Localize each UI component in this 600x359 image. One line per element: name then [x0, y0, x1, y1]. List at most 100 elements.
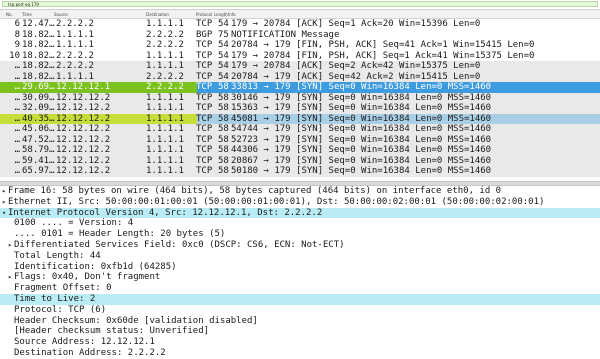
detail-field-text: Flags: 0x40, Don't fragment: [14, 272, 161, 283]
packet-time: 47.52…: [22, 134, 55, 145]
packet-time: 32.09…: [22, 103, 55, 113]
detail-tree-item[interactable]: Time to Live: 2: [0, 293, 600, 305]
packet-length: 54: [218, 50, 229, 61]
packet-info: 33813 → 179 [SYN] Seq=0 Win=16384 Len=0 …: [231, 82, 492, 92]
detail-field-text: Header Checksum: 0x60de [validation disa…: [14, 315, 258, 326]
packet-source: 2.2.2.2: [56, 50, 94, 61]
packet-row[interactable]: … 18.82… 2.2.2.2 1.1.1.1 TCP 54 179 → 20784 [A…: [0, 61, 600, 72]
packet-no: 9: [14, 40, 20, 50]
detail-tree-item[interactable]: Source Address: 12.12.12.1: [0, 337, 600, 348]
detail-tree-item[interactable]: Total Length: 44: [0, 251, 600, 262]
detail-tree-item[interactable]: ▸ Ethernet II, Src: 50:00:00:01:00:01 (50…: [0, 197, 600, 208]
packet-protocol: TCP: [196, 19, 213, 29]
packet-time: 18.82…: [22, 29, 55, 40]
packet-source: 12.12.12.2: [56, 145, 111, 155]
detail-field-text: [Header checksum status: Unverified]: [14, 326, 210, 337]
detail-field-text: Total Length: 44: [14, 250, 101, 261]
packet-info: 15363 → 179 [SYN] Seq=0 Win=16384 Len=0 …: [231, 103, 492, 113]
packet-destination: 2.2.2.2: [146, 40, 184, 50]
packet-row[interactable]: … 59.41… 12.12.12.2 1.1.1.1 TCP 58 20867 → 179…: [0, 155, 600, 166]
detail-tree-item[interactable]: ▾ Internet Protocol Version 4, Src: 12.12…: [0, 207, 600, 219]
detail-tree-item[interactable]: 0100 .... = Version: 4: [0, 218, 600, 229]
packet-no: …: [14, 103, 20, 113]
packet-no: …: [14, 113, 20, 124]
display-filter-input[interactable]: tcp.port eq 179: [2, 1, 598, 7]
detail-field-text: .... 0101 = Header Length: 20 bytes (5): [14, 229, 226, 240]
detail-tree-item[interactable]: Header Checksum: 0x60de [validation disa…: [0, 316, 600, 327]
col-header-protocol[interactable]: Protocol: [196, 12, 212, 17]
packet-protocol: TCP: [196, 124, 213, 134]
detail-tree-item[interactable]: Fragment Offset: 0: [0, 283, 600, 294]
packet-no: …: [14, 71, 20, 82]
packet-protocol: TCP: [196, 134, 213, 145]
packet-length: 58: [218, 166, 229, 176]
packet-length: 58: [218, 82, 229, 92]
packet-row[interactable]: 10 18.82… 2.2.2.2 1.1.1.1 TCP 54 179 → 20784 […: [0, 50, 600, 61]
packet-info: 20867 → 179 [SYN] Seq=0 Win=16384 Len=0 …: [231, 155, 492, 166]
packet-destination: 1.1.1.1: [146, 61, 184, 71]
packet-source: 12.12.12.2: [56, 103, 111, 113]
packet-info: 179 → 20784 [ACK] Seq=1 Ack=20 Win=15396…: [231, 19, 481, 29]
packet-time: 40.35…: [22, 113, 55, 124]
packet-length: 58: [218, 113, 229, 124]
packet-row[interactable]: … 32.09… 12.12.12.2 1.1.1.1 TCP 58 15363 → 179…: [0, 103, 600, 114]
packet-no: …: [14, 82, 20, 92]
packet-row[interactable]: 8 18.82… 1.1.1.1 2.2.2.2 BGP 75 NOTIFICATION M…: [0, 29, 600, 40]
detail-tree-item[interactable]: Identification: 0xfb1d (64285): [0, 262, 600, 273]
packet-time: 59.41…: [22, 155, 55, 166]
packet-row[interactable]: … 58.79… 12.12.12.2 1.1.1.1 TCP 58 44306 → 179…: [0, 145, 600, 156]
packet-protocol: TCP: [196, 145, 213, 155]
packet-no: …: [14, 61, 20, 71]
packet-protocol: TCP: [196, 113, 213, 124]
detail-tree-item[interactable]: ▸ Frame 16: 58 bytes on wire (464 bits), …: [0, 186, 600, 197]
packet-length: 54: [218, 19, 229, 29]
detail-field-text: Internet Protocol Version 4, Src: 12.12.…: [8, 207, 323, 218]
detail-tree-item[interactable]: Protocol: TCP (6): [0, 305, 600, 316]
packet-source: 1.1.1.1: [56, 71, 94, 82]
col-header-length[interactable]: Length: [214, 12, 228, 17]
col-header-destination[interactable]: Destination: [146, 12, 169, 17]
packet-info: 179 → 20784 [ACK] Seq=2 Ack=42 Win=15375…: [231, 61, 481, 71]
packet-row[interactable]: … 40.35… 12.12.12.2 1.1.1.1 TCP 58 45081 → 179…: [0, 113, 600, 124]
detail-tree-item[interactable]: [Header checksum status: Unverified]: [0, 326, 600, 337]
packet-protocol: TCP: [196, 103, 213, 113]
detail-tree-item[interactable]: Destination Address: 2.2.2.2: [0, 348, 600, 359]
packet-protocol: TCP: [196, 50, 213, 61]
col-header-source[interactable]: Source: [54, 12, 68, 17]
packet-row[interactable]: … 45.06… 12.12.12.2 1.1.1.1 TCP 58 54744 → 179…: [0, 124, 600, 135]
packet-no: …: [14, 134, 20, 145]
packet-info: 20784 → 179 [FIN, PSH, ACK] Seq=41 Ack=1…: [231, 40, 535, 50]
col-header-time[interactable]: Time: [22, 12, 32, 17]
packet-row[interactable]: … 29.69… 12.12.12.1 2.2.2.2 TCP 58 33813 → 179…: [0, 82, 600, 93]
packet-protocol: TCP: [196, 166, 213, 176]
packet-protocol: TCP: [196, 155, 213, 166]
detail-field-text: Protocol: TCP (6): [14, 304, 107, 315]
packet-row[interactable]: … 65.97… 12.12.12.2 1.1.1.1 TCP 58 50180 → 179…: [0, 166, 600, 177]
packet-row[interactable]: 6 12.47… 2.2.2.2 1.1.1.1 TCP 54 179 → 20784 [A…: [0, 19, 600, 30]
packet-protocol: BGP: [196, 29, 213, 40]
packet-source: 1.1.1.1: [56, 29, 94, 40]
packet-row[interactable]: … 18.82… 1.1.1.1 2.2.2.2 TCP 54 20784 → 179 [A…: [0, 71, 600, 82]
packet-time: 18.82…: [22, 71, 55, 82]
packet-source: 12.12.12.1: [56, 82, 111, 92]
detail-field-text: Frame 16: 58 bytes on wire (464 bits), 5…: [8, 186, 502, 196]
col-header-info[interactable]: Info: [228, 12, 236, 17]
packet-length: 58: [218, 145, 229, 155]
packet-list-header: No. Time Source Destination Protocol Len…: [0, 10, 600, 19]
packet-source: 12.12.12.2: [56, 155, 111, 166]
packet-info: 52723 → 179 [SYN] Seq=0 Win=16384 Len=0 …: [231, 134, 492, 145]
packet-destination: 1.1.1.1: [146, 50, 184, 61]
packet-row[interactable]: … 47.52… 12.12.12.2 1.1.1.1 TCP 58 52723 → 179…: [0, 134, 600, 145]
packet-time: 18.82…: [22, 40, 55, 50]
packet-row[interactable]: 9 18.82… 1.1.1.1 2.2.2.2 TCP 54 20784 → 179 [F…: [0, 40, 600, 51]
packet-destination: 1.1.1.1: [146, 155, 184, 166]
packet-time: 29.69…: [22, 82, 55, 92]
packet-length: 54: [218, 71, 229, 82]
detail-tree-item[interactable]: .... 0101 = Header Length: 20 bytes (5): [0, 229, 600, 240]
packet-row[interactable]: … 30.09… 12.12.12.2 1.1.1.1 TCP 58 30146 → 179…: [0, 92, 600, 103]
packet-destination: 1.1.1.1: [146, 166, 184, 176]
display-filter-text: tcp.port eq 179: [8, 2, 39, 7]
col-header-no[interactable]: No.: [6, 12, 13, 17]
detail-tree-item[interactable]: ▸ Flags: 0x40, Don't fragment: [0, 272, 600, 283]
detail-tree-item[interactable]: ▸ Differentiated Services Field: 0xc0 (DS…: [0, 240, 600, 251]
